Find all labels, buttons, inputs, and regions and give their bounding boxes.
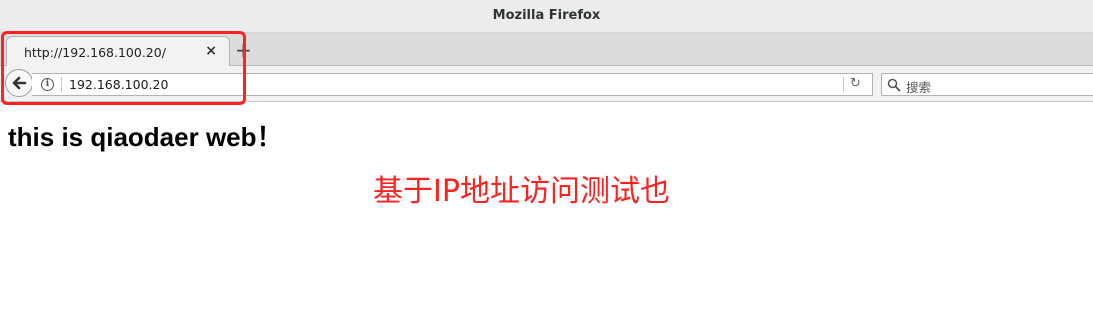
annotation-text: 基于IP地址访问测试也: [373, 174, 670, 209]
search-icon: [887, 78, 901, 92]
window-title: Mozilla Firefox: [492, 8, 601, 23]
annotation-highlight-box: [1, 31, 246, 105]
reload-icon[interactable]: ↻: [850, 76, 861, 91]
search-field[interactable]: 搜索: [881, 73, 1093, 96]
url-divider-right: [843, 77, 844, 92]
title-bar: Mozilla Firefox: [0, 0, 1093, 33]
page-heading: this is qiaodaer web！: [8, 122, 283, 152]
browser-window: Mozilla Firefox http://192.168.100.20/ ×…: [0, 0, 1093, 333]
search-placeholder: 搜索: [906, 80, 932, 95]
